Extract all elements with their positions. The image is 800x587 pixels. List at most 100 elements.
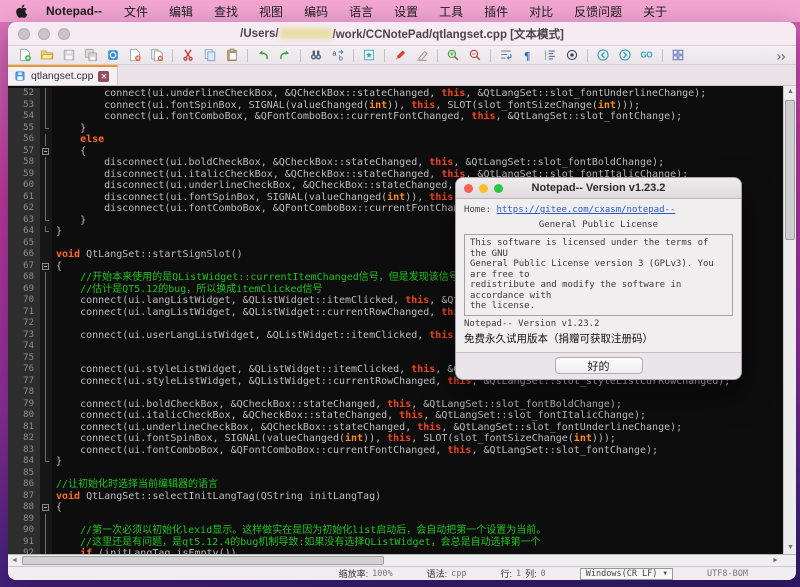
word-wrap-icon[interactable] — [495, 47, 517, 64]
tab-close-icon[interactable]: ✕ — [98, 71, 109, 82]
menu-item[interactable]: 关于 — [643, 3, 667, 20]
vertical-scrollbar[interactable]: ▲ ▼ — [783, 86, 796, 554]
line-number[interactable]: 60 — [8, 180, 40, 192]
line-number[interactable]: 90 — [8, 525, 40, 537]
eol-select[interactable]: Windows(CR LF) ▼ — [580, 568, 673, 580]
apple-icon[interactable] — [14, 3, 30, 19]
cut-icon[interactable] — [177, 47, 199, 64]
paste-icon[interactable] — [221, 47, 243, 64]
fold-collapse-icon[interactable] — [40, 261, 52, 273]
menu-item[interactable]: 文件 — [124, 3, 148, 20]
save-icon[interactable] — [58, 47, 80, 64]
line-number[interactable]: 72 — [8, 318, 40, 330]
line-number[interactable]: 83 — [8, 445, 40, 457]
line-number[interactable]: 67 — [8, 261, 40, 273]
scroll-up-icon[interactable]: ▲ — [784, 86, 796, 98]
close-all-icon[interactable] — [146, 47, 168, 64]
line-number[interactable]: 59 — [8, 169, 40, 181]
line-number[interactable]: 70 — [8, 295, 40, 307]
scroll-right-icon[interactable]: ► — [769, 555, 782, 566]
horizontal-scrollbar[interactable]: ◄ ► — [8, 554, 796, 566]
line-number[interactable]: 54 — [8, 111, 40, 123]
line-number[interactable]: 69 — [8, 284, 40, 296]
close-file-icon[interactable] — [124, 47, 146, 64]
vertical-scrollbar-thumb[interactable] — [785, 100, 795, 240]
home-link[interactable]: https://gitee.com/cxasm/notepad-- — [497, 205, 676, 215]
menu-item[interactable]: 对比 — [529, 3, 553, 20]
line-number[interactable]: 55 — [8, 123, 40, 135]
ok-button[interactable]: 好的 — [555, 357, 643, 374]
line-number[interactable]: 58 — [8, 157, 40, 169]
redo-icon[interactable] — [274, 47, 296, 64]
toolbar-overflow-icon[interactable] — [770, 48, 792, 65]
line-number[interactable]: 73 — [8, 330, 40, 342]
menu-item[interactable]: 视图 — [259, 3, 283, 20]
line-number[interactable]: 84 — [8, 456, 40, 468]
line-number[interactable]: 74 — [8, 341, 40, 353]
line-number[interactable]: 88 — [8, 502, 40, 514]
line-number[interactable]: 53 — [8, 100, 40, 112]
line-number[interactable]: 81 — [8, 422, 40, 434]
line-number[interactable]: 85 — [8, 468, 40, 480]
line-number[interactable]: 57 — [8, 146, 40, 158]
line-number[interactable]: 76 — [8, 364, 40, 376]
dialog-titlebar[interactable]: Notepad-- Version v1.23.2 — [456, 178, 741, 199]
save-all-icon[interactable] — [80, 47, 102, 64]
menu-app-name[interactable]: Notepad-- — [46, 4, 102, 18]
zoom-in-icon[interactable] — [442, 47, 464, 64]
indent-guide-icon[interactable] — [539, 47, 561, 64]
focus-icon[interactable] — [561, 47, 583, 64]
line-number[interactable]: 78 — [8, 387, 40, 399]
line-number[interactable]: 56 — [8, 134, 40, 146]
eraser-icon[interactable] — [411, 47, 433, 64]
line-number[interactable]: 71 — [8, 307, 40, 319]
fold-collapse-icon[interactable] — [40, 502, 52, 514]
marker-icon[interactable] — [389, 47, 411, 64]
line-number[interactable]: 66 — [8, 249, 40, 261]
line-number[interactable]: 77 — [8, 376, 40, 388]
bookmark-icon[interactable] — [358, 47, 380, 64]
window-titlebar[interactable]: /Users/ /work/CCNotePad/qtlangset.cpp [文… — [8, 22, 796, 46]
show-symbols-icon[interactable]: ¶ — [517, 47, 539, 64]
tab-qtlangset[interactable]: qtlangset.cpp ✕ — [8, 65, 118, 85]
grid-icon[interactable] — [667, 47, 689, 64]
line-number[interactable]: 87 — [8, 491, 40, 503]
line-number[interactable]: 52 — [8, 88, 40, 100]
horizontal-scrollbar-thumb[interactable] — [22, 556, 384, 565]
line-number[interactable]: 63 — [8, 215, 40, 227]
menu-item[interactable]: 查找 — [214, 3, 238, 20]
line-number[interactable]: 91 — [8, 537, 40, 549]
line-number[interactable]: 68 — [8, 272, 40, 284]
line-number[interactable]: 65 — [8, 238, 40, 250]
zoom-out-icon[interactable] — [464, 47, 486, 64]
nav-back-icon[interactable] — [592, 47, 614, 64]
menu-item[interactable]: 插件 — [484, 3, 508, 20]
scroll-left-icon[interactable]: ◄ — [8, 555, 21, 566]
line-number[interactable]: 82 — [8, 433, 40, 445]
find-icon[interactable] — [305, 47, 327, 64]
line-number[interactable]: 86 — [8, 479, 40, 491]
menu-item[interactable]: 编码 — [304, 3, 328, 20]
open-folder-icon[interactable] — [36, 47, 58, 64]
fold-collapse-icon[interactable] — [40, 146, 52, 158]
goto-icon[interactable]: GO — [636, 47, 658, 64]
recent-icon[interactable] — [102, 47, 124, 64]
line-number[interactable]: 64 — [8, 226, 40, 238]
line-number[interactable]: 89 — [8, 514, 40, 526]
nav-forward-icon[interactable] — [614, 47, 636, 64]
menu-item[interactable]: 编辑 — [169, 3, 193, 20]
copy-icon[interactable] — [199, 47, 221, 64]
menu-item[interactable]: 语言 — [349, 3, 373, 20]
line-number[interactable]: 79 — [8, 399, 40, 411]
line-number[interactable]: 75 — [8, 353, 40, 365]
line-number[interactable]: 62 — [8, 203, 40, 215]
menu-item[interactable]: 反馈问题 — [574, 3, 622, 20]
menu-item[interactable]: 工具 — [439, 3, 463, 20]
undo-icon[interactable] — [252, 47, 274, 64]
menu-item[interactable]: 设置 — [394, 3, 418, 20]
line-number[interactable]: 61 — [8, 192, 40, 204]
replace-icon[interactable]: ab — [327, 47, 349, 64]
new-file-icon[interactable] — [14, 47, 36, 64]
scroll-down-icon[interactable]: ▼ — [784, 542, 796, 554]
line-number[interactable]: 80 — [8, 410, 40, 422]
